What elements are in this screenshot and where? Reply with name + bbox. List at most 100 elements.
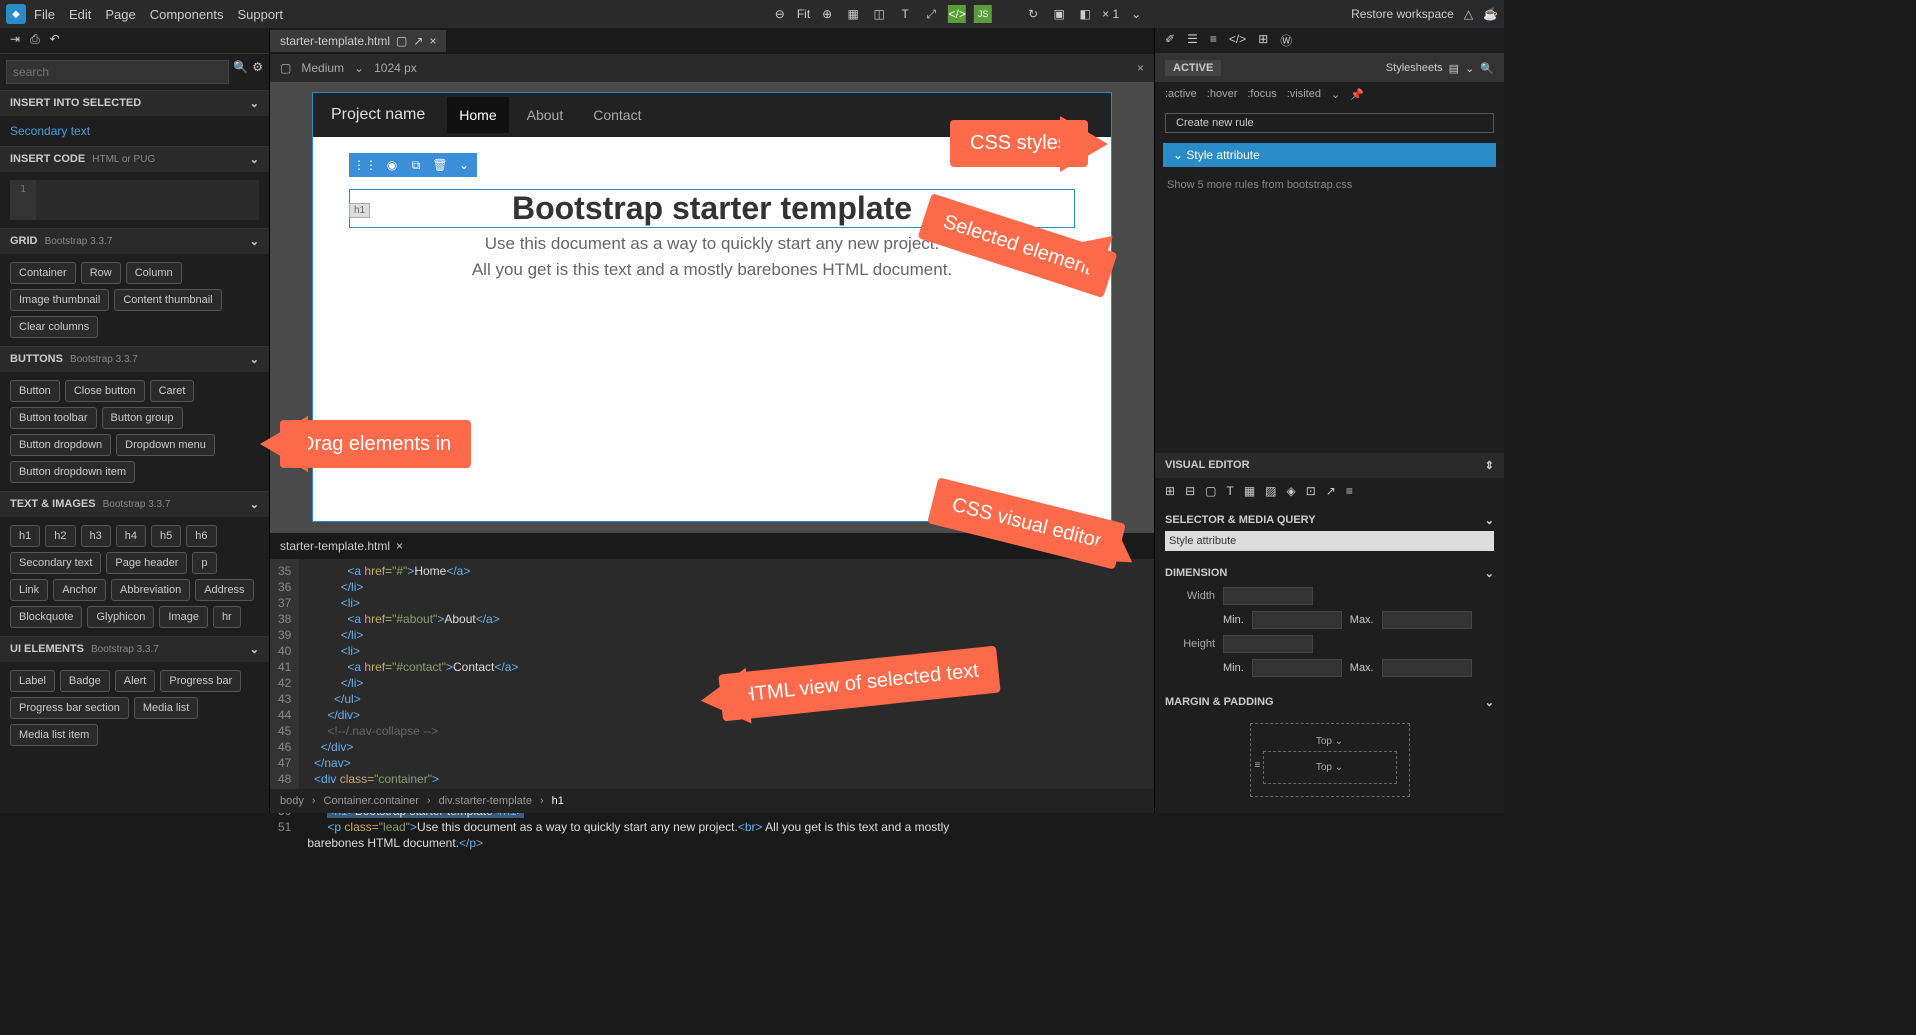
search-icon[interactable]: 🔍 xyxy=(233,60,248,84)
buttons-header[interactable]: BUTTONS Bootstrap 3.3.7⌄ xyxy=(0,346,269,372)
plus-icon[interactable]: ⊞ xyxy=(1258,32,1268,49)
component-chip[interactable]: Blockquote xyxy=(10,606,82,628)
component-chip[interactable]: Secondary text xyxy=(10,552,101,574)
component-chip[interactable]: Container xyxy=(10,262,76,284)
component-chip[interactable]: p xyxy=(192,552,216,574)
nav-about[interactable]: About xyxy=(515,97,576,133)
tab-close-icon[interactable]: × xyxy=(429,34,436,48)
secondary-text-link[interactable]: Secondary text xyxy=(10,124,90,138)
pin-icon[interactable]: 📌 xyxy=(1350,88,1364,101)
trash-icon[interactable]: 🗑 xyxy=(431,156,449,174)
ui-elements-header[interactable]: UI ELEMENTS Bootstrap 3.3.7⌄ xyxy=(0,636,269,662)
component-chip[interactable]: Row xyxy=(81,262,121,284)
ve-icon[interactable]: ⊡ xyxy=(1306,484,1316,498)
component-chip[interactable]: Caret xyxy=(150,380,195,402)
layout-icon[interactable]: ◫ xyxy=(870,5,888,23)
component-chip[interactable]: Glyphicon xyxy=(87,606,154,628)
sliders-icon[interactable]: ☰ xyxy=(1187,32,1198,49)
create-rule-button[interactable]: Create new rule xyxy=(1165,113,1494,133)
code-tab-close-icon[interactable]: × xyxy=(396,539,403,553)
component-chip[interactable]: Badge xyxy=(60,670,110,692)
preview-brand[interactable]: Project name xyxy=(331,106,425,124)
active-tab[interactable]: ACTIVE xyxy=(1165,60,1221,76)
code-tab[interactable]: starter-template.html xyxy=(280,539,390,553)
min-width-input[interactable] xyxy=(1252,611,1342,629)
min-height-input[interactable] xyxy=(1252,659,1342,677)
window-icon[interactable]: ▣ xyxy=(1050,5,1068,23)
max-width-input[interactable] xyxy=(1382,611,1472,629)
component-chip[interactable]: Clear columns xyxy=(10,316,98,338)
height-input[interactable] xyxy=(1223,635,1313,653)
restore-workspace[interactable]: Restore workspace xyxy=(1351,7,1454,21)
ve-icon[interactable]: ▦ xyxy=(1244,484,1255,498)
pseudo-focus[interactable]: :focus xyxy=(1247,88,1276,101)
ve-icon[interactable]: ↗ xyxy=(1326,484,1336,498)
insert-selected-header[interactable]: INSERT INTO SELECTED⌄ xyxy=(0,90,269,116)
eye-icon[interactable]: ◉ xyxy=(383,156,401,174)
component-chip[interactable]: Button dropdown xyxy=(10,434,111,456)
search-icon[interactable]: 🔍 xyxy=(1480,62,1494,75)
menu-support[interactable]: Support xyxy=(237,7,283,22)
component-chip[interactable]: Image xyxy=(159,606,208,628)
component-chip[interactable]: Dropdown menu xyxy=(116,434,215,456)
component-chip[interactable]: Page header xyxy=(106,552,187,574)
menu-edit[interactable]: Edit xyxy=(69,7,91,22)
list-icon[interactable]: ≡ xyxy=(1210,32,1217,49)
chevron-down-icon[interactable]: ⌄ xyxy=(1485,514,1494,527)
component-chip[interactable]: Media list item xyxy=(10,724,98,746)
copy-icon[interactable]: ⧉ xyxy=(407,156,425,174)
drag-handle-icon[interactable]: ⋮⋮ xyxy=(353,158,377,172)
panels-icon[interactable]: ◧ xyxy=(1076,5,1094,23)
device-label[interactable]: Medium xyxy=(301,61,344,75)
style-attribute-row[interactable]: ⌄ Style attribute xyxy=(1163,143,1496,167)
component-chip[interactable]: h1 xyxy=(10,525,40,547)
pseudo-hover[interactable]: :hover xyxy=(1207,88,1238,101)
search-input[interactable] xyxy=(6,60,229,84)
wordpress-icon[interactable]: Ⓦ xyxy=(1280,32,1292,49)
component-chip[interactable]: Label xyxy=(10,670,55,692)
preview-lead2[interactable]: All you get is this text and a mostly ba… xyxy=(313,260,1111,280)
crumb-body[interactable]: body xyxy=(280,795,304,807)
component-chip[interactable]: hr xyxy=(213,606,241,628)
ve-icon[interactable]: ▨ xyxy=(1265,484,1276,498)
close-preview-icon[interactable]: × xyxy=(1137,61,1144,75)
ve-icon[interactable]: ▢ xyxy=(1205,484,1216,498)
component-chip[interactable]: Content thumbnail xyxy=(114,289,221,311)
component-chip[interactable]: h3 xyxy=(81,525,111,547)
insert-code-header[interactable]: INSERT CODE HTML or PUG⌄ xyxy=(0,146,269,172)
resize-icon[interactable]: ⤢ xyxy=(922,5,940,23)
chevron-down-icon[interactable]: ⌄ xyxy=(1465,62,1474,75)
coffee-icon[interactable]: ☕ xyxy=(1483,7,1498,21)
max-height-input[interactable] xyxy=(1382,659,1472,677)
menu-file[interactable]: File xyxy=(34,7,55,22)
chevron-down-icon[interactable]: ⌄ xyxy=(455,156,473,174)
component-chip[interactable]: h4 xyxy=(116,525,146,547)
stylesheets-label[interactable]: Stylesheets xyxy=(1386,62,1443,74)
component-chip[interactable]: Button xyxy=(10,380,60,402)
chevron-down-icon[interactable]: ⌄ xyxy=(1331,88,1340,101)
zoom-out-icon[interactable]: ⊖ xyxy=(771,5,789,23)
preview-lead1[interactable]: Use this document as a way to quickly st… xyxy=(313,234,1111,254)
zoom-fit[interactable]: Fit xyxy=(797,7,810,21)
component-chip[interactable]: Button group xyxy=(102,407,183,429)
pseudo-visited[interactable]: :visited xyxy=(1287,88,1321,101)
code-input[interactable] xyxy=(36,180,259,220)
filter-icon[interactable]: ⚙ xyxy=(252,60,263,84)
text-images-header[interactable]: TEXT & IMAGES Bootstrap 3.3.7⌄ xyxy=(0,491,269,517)
component-chip[interactable]: Alert xyxy=(115,670,156,692)
menu-page[interactable]: Page xyxy=(105,7,135,22)
width-input[interactable] xyxy=(1223,587,1313,605)
component-chip[interactable]: Anchor xyxy=(53,579,106,601)
nav-home[interactable]: Home xyxy=(447,97,508,133)
code-icon[interactable]: </> xyxy=(948,5,966,23)
ve-icon[interactable]: ≡ xyxy=(1346,484,1353,498)
component-chip[interactable]: Image thumbnail xyxy=(10,289,109,311)
chevron-down-icon[interactable]: ⌄ xyxy=(354,61,364,75)
chevron-down-icon[interactable]: ⌄ xyxy=(1127,5,1145,23)
more-rules-link[interactable]: Show 5 more rules from bootstrap.css xyxy=(1155,171,1504,199)
component-chip[interactable]: Progress bar section xyxy=(10,697,129,719)
undo-icon[interactable]: ↶ xyxy=(50,32,60,49)
component-chip[interactable]: h5 xyxy=(151,525,181,547)
code-editor[interactable]: 35 36 37 38 39 40 41 42 43 44 45 46 47 4… xyxy=(270,559,1154,789)
component-chip[interactable]: Button dropdown item xyxy=(10,461,135,483)
